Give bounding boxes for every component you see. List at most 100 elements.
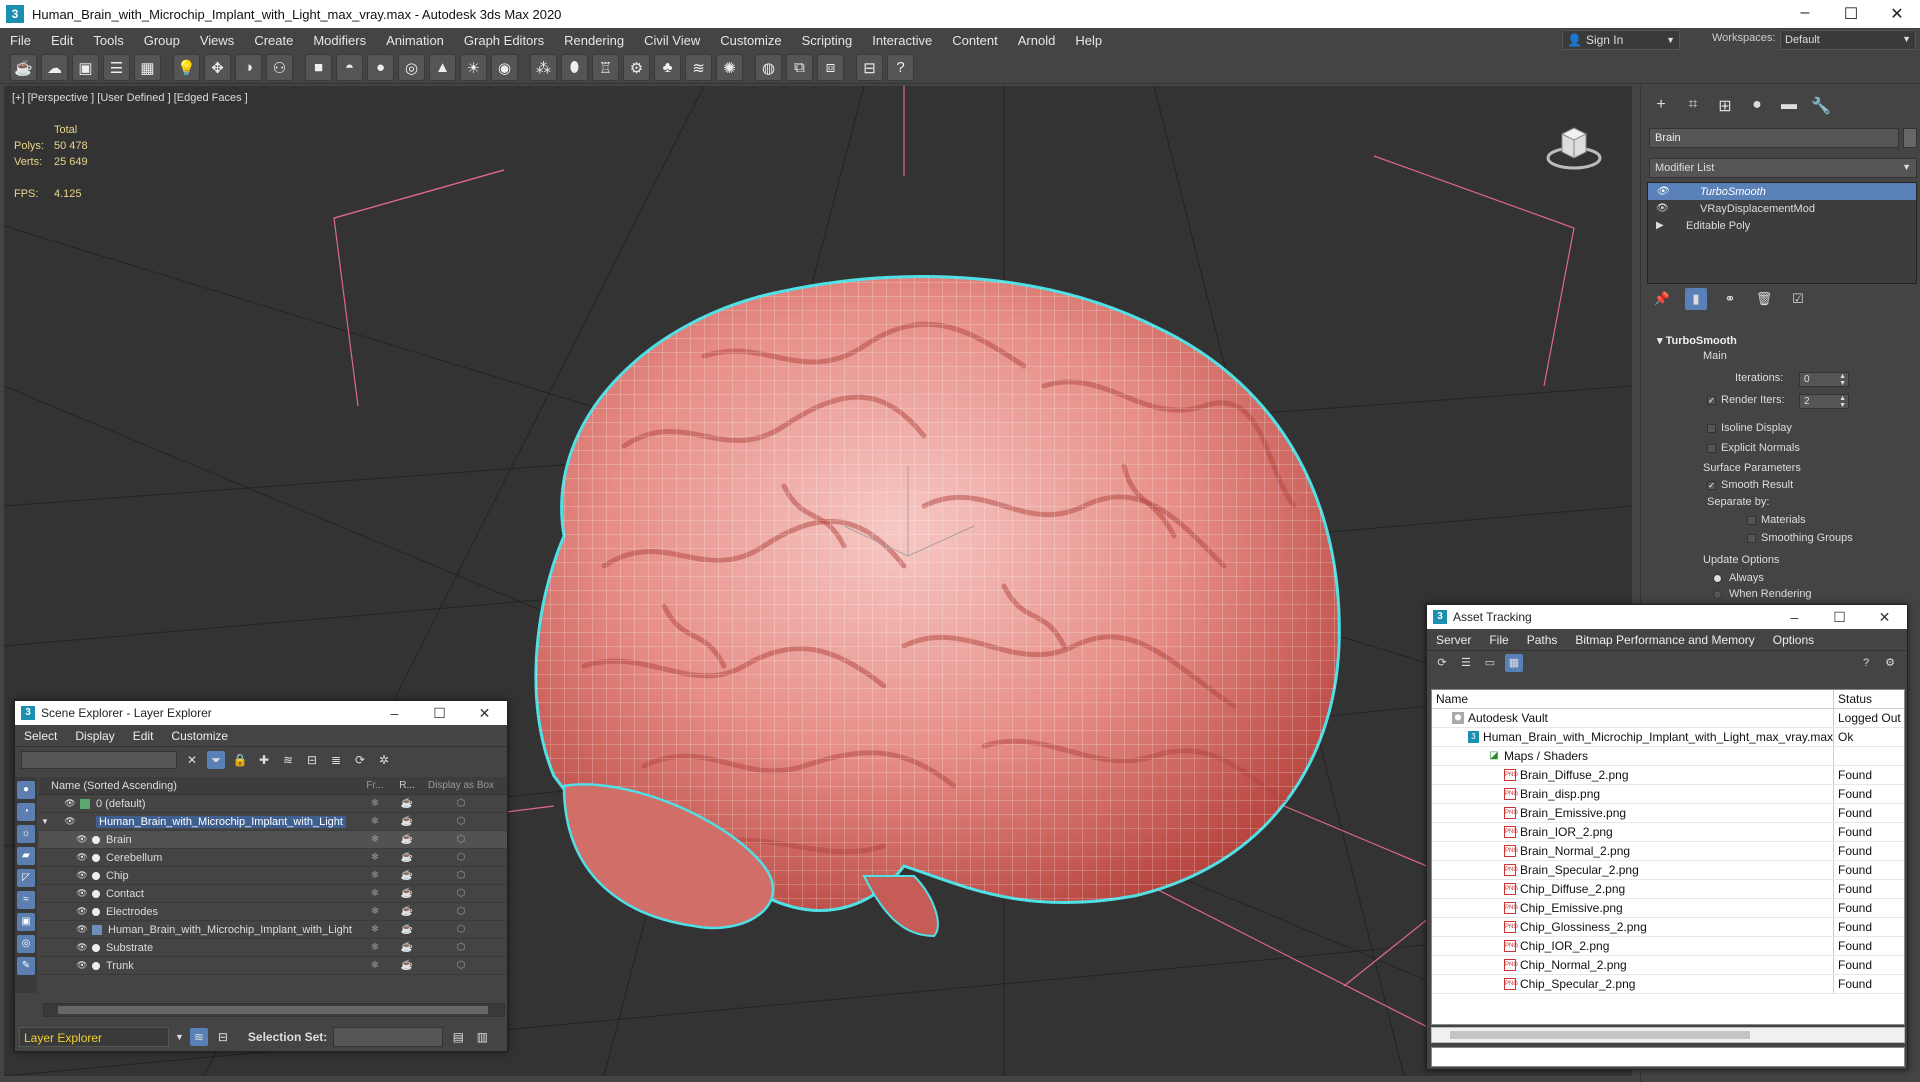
box-icon[interactable]: ⬡ (423, 906, 499, 917)
asset-row-maps-shaders[interactable]: ◪ Maps / Shaders (1432, 747, 1904, 766)
render-teapot-icon[interactable]: ☕ (391, 834, 423, 845)
help-icon[interactable]: ? (1857, 654, 1875, 672)
eye-icon[interactable]: 👁 (75, 924, 89, 935)
asset-row-png[interactable]: PNG Brain_disp.png Found (1432, 785, 1904, 804)
explorer-type-dropdown[interactable]: Layer Explorer (19, 1027, 169, 1047)
object-color-swatch[interactable] (1903, 128, 1917, 148)
asset-path-field[interactable] (1431, 1047, 1905, 1067)
box-icon[interactable]: ⬡ (423, 816, 499, 827)
asset-row-max-file[interactable]: 3 Human_Brain_with_Microchip_Implant_with… (1432, 728, 1904, 747)
asset-row-png[interactable]: PNG Chip_Specular_2.png Found (1432, 975, 1904, 994)
freeze-snowflake-icon[interactable]: ❄ (359, 816, 391, 827)
expand-triangle-icon[interactable]: ▶ (1656, 220, 1674, 231)
asset-row-png[interactable]: PNG Chip_Diffuse_2.png Found (1432, 880, 1904, 899)
iterations-spinner[interactable]: 0 ▲ ▼ (1799, 372, 1849, 387)
filter-groups-icon[interactable]: ▣ (17, 913, 35, 931)
render-teapot-icon[interactable]: ☕ (391, 816, 423, 827)
object-row-trunk[interactable]: 👁 Trunk ❄ ☕ ⬡ (39, 957, 507, 975)
render-frame-icon[interactable]: ⧈ (817, 54, 844, 81)
filter-helpers-icon[interactable]: ◸ (17, 869, 35, 887)
asset-row-png[interactable]: PNG Brain_Normal_2.png Found (1432, 842, 1904, 861)
menu-animation[interactable]: Animation (376, 33, 454, 48)
layer-row-default[interactable]: 👁 0 (default) ❄ ☕ ⬡ (39, 795, 507, 813)
scrollbar-thumb[interactable] (1450, 1031, 1750, 1039)
minimize-button[interactable]: – (372, 705, 417, 722)
asset-menu-options[interactable]: Options (1764, 633, 1823, 647)
menu-create[interactable]: Create (244, 33, 303, 48)
column-name[interactable]: Name (1432, 690, 1834, 708)
help-icon[interactable]: ? (887, 54, 914, 81)
eye-icon[interactable]: 👁 (75, 834, 89, 845)
maximize-button[interactable]: ☐ (1828, 4, 1874, 24)
hierarchy-tab-icon[interactable]: ⊞ (1713, 96, 1737, 118)
edit-selection-set-icon[interactable]: ▤ (449, 1028, 467, 1046)
pin-stack-icon[interactable]: 📌 (1651, 288, 1673, 310)
lock-icon[interactable]: 🔒 (231, 751, 249, 769)
object-row-electrodes[interactable]: 👁 Electrodes ❄ ☕ ⬡ (39, 903, 507, 921)
render-teapot-icon[interactable]: ☕ (391, 888, 423, 899)
hair-icon[interactable]: ≋ (685, 54, 712, 81)
menu-group[interactable]: Group (134, 33, 190, 48)
box-icon[interactable]: ⬡ (423, 798, 499, 809)
materials-checkbox[interactable]: Materials (1747, 514, 1806, 526)
menu-arnold[interactable]: Arnold (1008, 33, 1066, 48)
filter-geometry-icon[interactable]: ● (17, 781, 35, 799)
list-view-icon[interactable]: ☰ (1457, 654, 1475, 672)
refresh-icon[interactable]: ⟳ (1433, 654, 1451, 672)
sphere-icon[interactable]: ● (367, 54, 394, 81)
asset-horizontal-scrollbar[interactable] (1431, 1027, 1905, 1043)
viewport-label[interactable]: [+] [Perspective ] [User Defined ] [Edge… (12, 92, 248, 104)
close-button[interactable]: ✕ (1874, 4, 1920, 24)
save-selection-set-icon[interactable]: ▥ (473, 1028, 491, 1046)
asset-tracking-titlebar[interactable]: 3 Asset Tracking – ☐ ✕ (1427, 605, 1907, 629)
menu-customize[interactable]: Customize (710, 33, 791, 48)
hierarchy-mode-icon[interactable]: ⊟ (214, 1028, 232, 1046)
object-row-contact[interactable]: 👁 Contact ❄ ☕ ⬡ (39, 885, 507, 903)
render-teapot-icon[interactable]: ☕ (391, 798, 423, 809)
paw-icon[interactable]: ✥ (204, 54, 231, 81)
utilities-tab-wrench-icon[interactable]: 🔧 (1809, 96, 1833, 118)
chevron-down-icon[interactable]: ▼ (175, 1032, 184, 1042)
scene-menu-edit[interactable]: Edit (124, 729, 163, 743)
motion-tab-icon[interactable]: ● (1745, 96, 1769, 118)
asset-row-png[interactable]: PNG Brain_Diffuse_2.png Found (1432, 766, 1904, 785)
box-icon[interactable]: ⬡ (423, 870, 499, 881)
filter-shapes-icon[interactable]: ◔ (17, 803, 35, 821)
close-button[interactable]: ✕ (1862, 609, 1907, 626)
display-tab-icon[interactable]: ▬ (1777, 96, 1801, 118)
asset-row-autodesk-vault[interactable]: ⬢ Autodesk Vault Logged Out (1432, 709, 1904, 728)
eye-icon[interactable]: 👁 (75, 942, 89, 953)
eye-icon[interactable]: 👁 (75, 852, 89, 863)
menu-file[interactable]: File (0, 33, 41, 48)
cone-icon[interactable]: ▲ (429, 54, 456, 81)
filter-lights-icon[interactable]: ☼ (17, 825, 35, 843)
scrollbar-thumb[interactable] (58, 1006, 488, 1014)
freeze-snowflake-icon[interactable]: ❄ (359, 834, 391, 845)
teapot-icon[interactable]: ☕ (10, 54, 37, 81)
freeze-snowflake-icon[interactable]: ❄ (359, 798, 391, 809)
menu-graph-editors[interactable]: Graph Editors (454, 33, 554, 48)
filter-spacewarps-icon[interactable]: ≈ (17, 891, 35, 909)
scene-menu-select[interactable]: Select (15, 729, 66, 743)
sun-icon[interactable]: ☀ (460, 54, 487, 81)
workspace-dropdown[interactable]: Default ▼ (1780, 30, 1916, 50)
close-button[interactable]: ✕ (462, 705, 507, 722)
filter-xrefs-icon[interactable]: ◎ (17, 935, 35, 953)
thumbnail-view-icon[interactable]: ▭ (1481, 654, 1499, 672)
box-icon[interactable]: ■ (305, 54, 332, 81)
eye-icon[interactable]: 👁 (75, 870, 89, 881)
freeze-snowflake-icon[interactable]: ❄ (359, 924, 391, 935)
list-icon[interactable]: ☰ (103, 54, 130, 81)
object-row-substrate[interactable]: 👁 Substrate ❄ ☕ ⬡ (39, 939, 507, 957)
object-row-brain[interactable]: 👁 Brain ❄ ☕ ⬡ (39, 831, 507, 849)
render-teapot-icon[interactable]: ☕ (391, 960, 423, 971)
add-layer-icon[interactable]: ✚ (255, 751, 273, 769)
maximize-button[interactable]: ☐ (1817, 609, 1862, 626)
column-status[interactable]: Status (1834, 692, 1904, 706)
scene-search-input[interactable] (21, 751, 177, 769)
object-row-chip[interactable]: 👁 Chip ❄ ☕ ⬡ (39, 867, 507, 885)
column-render[interactable]: R... (391, 780, 423, 791)
freeze-snowflake-icon[interactable]: ❄ (359, 870, 391, 881)
stack-item-turbosmooth[interactable]: 👁 TurboSmooth (1648, 183, 1916, 200)
fur-icon[interactable]: ✺ (716, 54, 743, 81)
